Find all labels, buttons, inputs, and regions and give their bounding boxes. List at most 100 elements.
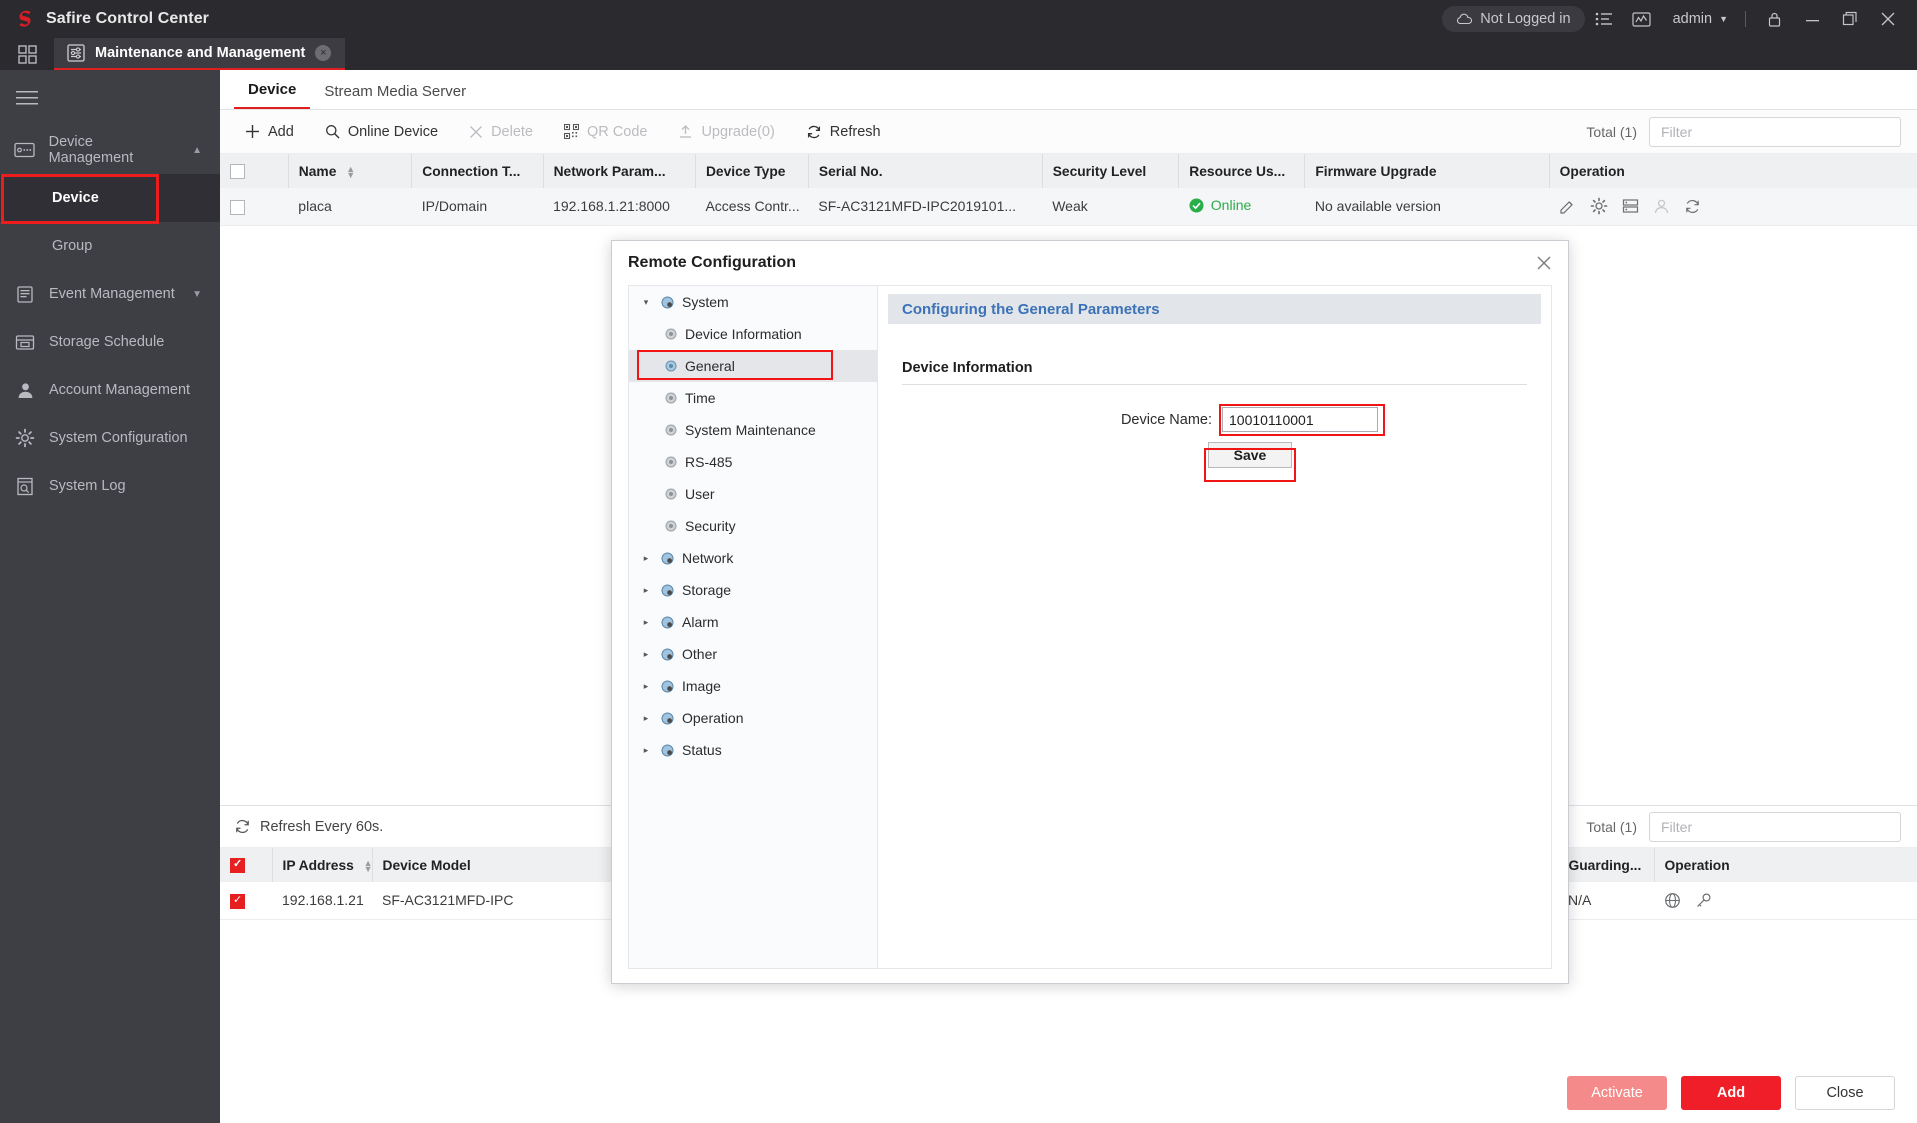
column-security-level[interactable]: Security Level <box>1042 154 1180 188</box>
sidebar-item-storage-schedule[interactable]: Storage Schedule <box>0 318 220 366</box>
tree-node-device-information[interactable]: Device Information <box>629 318 877 350</box>
column-operation[interactable]: Operation <box>1654 848 1917 882</box>
chevron-right-icon[interactable]: ▸ <box>639 649 653 660</box>
tree-node-general[interactable]: General <box>629 350 877 382</box>
tree-node-system[interactable]: ▾ System <box>629 286 877 318</box>
tree-node-status[interactable]: ▸ Status <box>629 734 877 766</box>
globe-icon[interactable] <box>1664 892 1681 909</box>
activate-button[interactable]: Activate <box>1567 1076 1667 1110</box>
column-guarding[interactable]: Guarding... <box>1558 848 1655 882</box>
device-management-icon <box>14 139 36 161</box>
refresh-icon <box>806 124 822 140</box>
close-icon[interactable] <box>1536 255 1552 271</box>
qr-code-button[interactable]: QR Code <box>551 117 660 147</box>
footer-action-bar: Activate Add Close <box>220 1063 1917 1123</box>
row-checkbox[interactable] <box>230 893 245 909</box>
chevron-down-icon[interactable]: ▾ <box>639 297 653 308</box>
column-operation[interactable]: Operation <box>1549 154 1917 188</box>
tree-node-other[interactable]: ▸ Other <box>629 638 877 670</box>
tree-node-system-maintenance[interactable]: System Maintenance <box>629 414 877 446</box>
tree-node-security[interactable]: Security <box>629 510 877 542</box>
column-resource-usage[interactable]: Resource Us... <box>1178 154 1306 188</box>
column-serial-no[interactable]: Serial No. <box>808 154 1043 188</box>
lock-icon[interactable] <box>1755 0 1793 38</box>
tree-node-network[interactable]: ▸ Network <box>629 542 877 574</box>
table-row[interactable]: placa IP/Domain 192.168.1.21:8000 Access… <box>220 188 1917 226</box>
sidebar-item-event-management[interactable]: Event Management ▼ <box>0 270 220 318</box>
sidebar-item-device[interactable]: Device <box>0 174 220 222</box>
remote-config-gear-icon[interactable] <box>1590 197 1608 215</box>
chevron-right-icon[interactable]: ▸ <box>639 617 653 628</box>
tree-node-user[interactable]: User <box>629 478 877 510</box>
sidebar-item-system-configuration[interactable]: System Configuration <box>0 414 220 462</box>
sort-icon[interactable]: ▲ ▼ <box>346 164 355 179</box>
refresh-icon[interactable] <box>1684 198 1701 215</box>
tree-node-image[interactable]: ▸ Image <box>629 670 877 702</box>
chart-icon[interactable] <box>1623 0 1661 38</box>
delete-button[interactable]: Delete <box>456 117 546 147</box>
tree-node-operation[interactable]: ▸ Operation <box>629 702 877 734</box>
device-name-input[interactable] <box>1222 407 1378 432</box>
sidebar-item-system-log[interactable]: System Log <box>0 462 220 510</box>
close-icon[interactable] <box>1869 0 1907 38</box>
chevron-right-icon[interactable]: ▸ <box>639 585 653 596</box>
refresh-icon[interactable] <box>234 818 251 835</box>
column-firmware-upgrade[interactable]: Firmware Upgrade <box>1304 154 1550 188</box>
online-device-button[interactable]: Online Device <box>312 117 451 147</box>
column-device-type[interactable]: Device Type <box>695 154 809 188</box>
online-device-filter-input[interactable] <box>1649 811 1901 842</box>
tab-stream-media-server[interactable]: Stream Media Server <box>310 83 480 109</box>
user-menu[interactable]: admin ▼ <box>1661 11 1736 27</box>
column-connection-type[interactable]: Connection T... <box>411 154 544 188</box>
sidebar-item-group[interactable]: Group <box>0 222 220 270</box>
key-icon[interactable] <box>1695 892 1712 909</box>
row-checkbox[interactable] <box>230 199 245 215</box>
minimize-icon[interactable] <box>1793 0 1831 38</box>
device-table: Name ▲ ▼ Connection T... Network Param...… <box>220 154 1917 226</box>
tab-maintenance-and-management[interactable]: Maintenance and Management × <box>54 38 346 70</box>
column-name[interactable]: Name ▲ ▼ <box>288 154 413 188</box>
upgrade-button[interactable]: Upgrade(0) <box>665 117 787 147</box>
grid-apps-icon[interactable] <box>0 38 54 70</box>
add-device-button[interactable]: Add <box>1681 1076 1781 1110</box>
select-all-checkbox[interactable] <box>230 163 245 179</box>
edit-icon[interactable] <box>1559 198 1576 215</box>
column-ip-address[interactable]: IP Address ▲ ▼ <box>272 848 373 882</box>
system-node-icon <box>660 583 675 598</box>
cloud-login-status[interactable]: Not Logged in <box>1442 6 1585 32</box>
column-network-param[interactable]: Network Param... <box>543 154 696 188</box>
tree-node-storage[interactable]: ▸ Storage <box>629 574 877 606</box>
chevron-up-icon: ▲ <box>192 144 202 156</box>
tree-node-time[interactable]: Time <box>629 382 877 414</box>
tree-node-alarm[interactable]: ▸ Alarm <box>629 606 877 638</box>
row-checkbox-cell[interactable] <box>220 882 272 920</box>
refresh-button[interactable]: Refresh <box>793 117 894 147</box>
device-name-row: Device Name: <box>878 404 1551 436</box>
upload-icon <box>678 124 693 139</box>
sort-icon[interactable]: ▲ ▼ <box>364 858 373 873</box>
sidebar-item-label: Group <box>52 238 93 254</box>
server-icon[interactable] <box>1622 198 1639 215</box>
sidebar-item-device-management[interactable]: Device Management ▲ <box>0 126 220 174</box>
chevron-right-icon[interactable]: ▸ <box>639 681 653 692</box>
chevron-right-icon[interactable]: ▸ <box>639 713 653 724</box>
chevron-right-icon[interactable]: ▸ <box>639 745 653 756</box>
select-all-header[interactable] <box>220 848 273 882</box>
row-checkbox-cell[interactable] <box>220 188 289 226</box>
tree-node-rs485[interactable]: RS-485 <box>629 446 877 478</box>
total-label: Total (1) <box>1586 818 1637 835</box>
select-all-header[interactable] <box>220 154 289 188</box>
list-icon[interactable] <box>1585 0 1623 38</box>
device-filter-input[interactable] <box>1649 116 1901 147</box>
close-button[interactable]: Close <box>1795 1076 1895 1110</box>
select-all-checkbox[interactable] <box>230 857 245 873</box>
tab-device[interactable]: Device <box>234 81 311 109</box>
chevron-right-icon[interactable]: ▸ <box>639 553 653 564</box>
save-button[interactable]: Save <box>1208 442 1292 468</box>
user-icon[interactable] <box>1653 198 1670 215</box>
sidebar-item-account-management[interactable]: Account Management <box>0 366 220 414</box>
hamburger-icon[interactable] <box>0 70 220 126</box>
add-button[interactable]: Add <box>232 117 307 147</box>
tab-close-icon[interactable]: × <box>315 45 332 61</box>
maximize-icon[interactable] <box>1831 0 1869 38</box>
